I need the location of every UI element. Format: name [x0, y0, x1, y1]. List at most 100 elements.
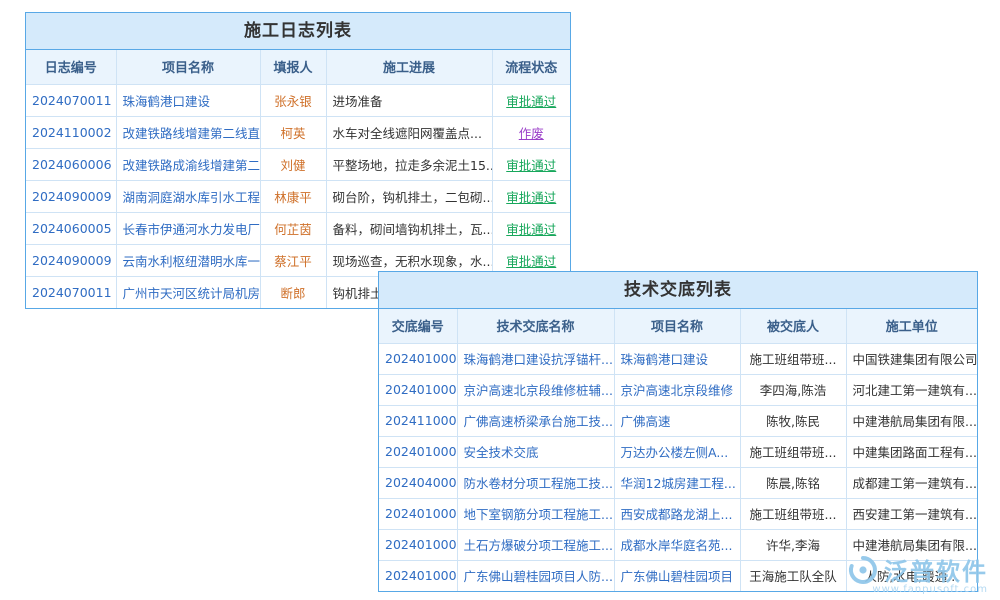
project-name-link[interactable]: 华润12城房建工程... — [614, 467, 740, 498]
construction-unit: 西安建工第一建筑有... — [846, 498, 977, 529]
disclosed-person: 施工班组带班... — [740, 343, 846, 374]
project-name-link[interactable]: 珠海鹤港口建设 — [116, 84, 260, 116]
project-name-link[interactable]: 云南水利枢纽潜明水库一... — [116, 244, 260, 276]
construction-log-table: 日志编号 项目名称 填报人 施工进展 流程状态 2024070011 珠海鹤港口… — [26, 50, 570, 308]
log-id-link[interactable]: 2024070011 — [26, 276, 116, 308]
log-id-link[interactable]: 2024060006 — [26, 148, 116, 180]
project-name-link[interactable]: 改建铁路成渝线增建第二... — [116, 148, 260, 180]
log-id-link[interactable]: 2024090009 — [26, 180, 116, 212]
log-id-link[interactable]: 2024090009 — [26, 244, 116, 276]
construction-unit: 成都建工第一建筑有... — [846, 467, 977, 498]
disclosure-name-link[interactable]: 防水卷材分项工程施工技... — [457, 467, 614, 498]
brand-name: 泛普软件 — [884, 552, 988, 587]
disclosure-id-link[interactable]: 2024040001 — [379, 467, 457, 498]
column-header-progress: 施工进展 — [326, 50, 492, 84]
disclosure-id-link[interactable]: 2024010002 — [379, 529, 457, 560]
table-header-row: 交底编号 技术交底名称 项目名称 被交底人 施工单位 — [379, 309, 977, 343]
column-header-project: 项目名称 — [116, 50, 260, 84]
table-header-row: 日志编号 项目名称 填报人 施工进展 流程状态 — [26, 50, 570, 84]
project-name-link[interactable]: 广州市天河区统计局机房... — [116, 276, 260, 308]
disclosure-name-link[interactable]: 珠海鹤港口建设抗浮锚杆... — [457, 343, 614, 374]
brand-url: www.fanpusoft.com — [872, 584, 988, 595]
technical-disclosure-panel: 技术交底列表 交底编号 技术交底名称 项目名称 被交底人 施工单位 202401… — [378, 271, 978, 592]
progress-text: 水车对全线遮阳网覆盖点... — [326, 116, 492, 148]
disclosed-person: 施工班组带班... — [740, 498, 846, 529]
column-header-reporter: 填报人 — [260, 50, 326, 84]
disclosed-person: 许华,李海 — [740, 529, 846, 560]
status-link[interactable]: 审批通过 — [492, 180, 570, 212]
column-header-person: 被交底人 — [740, 309, 846, 343]
progress-text: 备料，砌间墙钩机排土，瓦... — [326, 212, 492, 244]
column-header-project: 项目名称 — [614, 309, 740, 343]
progress-text: 平整场地，拉走多余泥土15... — [326, 148, 492, 180]
log-id-link[interactable]: 2024110002 — [26, 116, 116, 148]
project-name-link[interactable]: 珠海鹤港口建设 — [614, 343, 740, 374]
disclosure-id-link[interactable]: 2024010004 — [379, 374, 457, 405]
table-row: 2024010003 安全技术交底 万达办公楼左侧A... 施工班组带班... … — [379, 436, 977, 467]
table-row: 2024090009 湖南洞庭湖水库引水工程... 林康平 砌台阶，钩机排土，二… — [26, 180, 570, 212]
construction-unit: 中国铁建集团有限公司 — [846, 343, 977, 374]
construction-log-title: 施工日志列表 — [26, 13, 570, 50]
table-row: 2024010003 珠海鹤港口建设抗浮锚杆... 珠海鹤港口建设 施工班组带班… — [379, 343, 977, 374]
reporter-name: 柯英 — [260, 116, 326, 148]
disclosed-person: 施工班组带班... — [740, 436, 846, 467]
desktop: 施工日志列表 日志编号 项目名称 填报人 施工进展 流程状态 202407001… — [0, 0, 1000, 600]
table-row: 2024110001 广佛高速桥梁承台施工技... 广佛高速 陈牧,陈民 中建港… — [379, 405, 977, 436]
log-id-link[interactable]: 2024060005 — [26, 212, 116, 244]
disclosed-person: 陈牧,陈民 — [740, 405, 846, 436]
column-header-status: 流程状态 — [492, 50, 570, 84]
disclosure-name-link[interactable]: 地下室钢筋分项工程施工... — [457, 498, 614, 529]
fanpu-swirl-icon — [847, 554, 879, 586]
construction-log-panel: 施工日志列表 日志编号 项目名称 填报人 施工进展 流程状态 202407001… — [25, 12, 571, 309]
disclosure-name-link[interactable]: 土石方爆破分项工程施工... — [457, 529, 614, 560]
disclosure-id-link[interactable]: 2024110001 — [379, 405, 457, 436]
table-row: 2024040001 防水卷材分项工程施工技... 华润12城房建工程... 陈… — [379, 467, 977, 498]
status-link[interactable]: 审批通过 — [492, 84, 570, 116]
project-name-link[interactable]: 京沪高速北京段维修 — [614, 374, 740, 405]
project-name-link[interactable]: 广东佛山碧桂园项目 — [614, 560, 740, 591]
disclosure-id-link[interactable]: 2024010003 — [379, 436, 457, 467]
disclosure-id-link[interactable]: 2024010003 — [379, 343, 457, 374]
construction-unit: 河北建工第一建筑有... — [846, 374, 977, 405]
disclosure-name-link[interactable]: 广东佛山碧桂园项目人防... — [457, 560, 614, 591]
progress-text: 进场准备 — [326, 84, 492, 116]
technical-disclosure-table: 交底编号 技术交底名称 项目名称 被交底人 施工单位 2024010003 珠海… — [379, 309, 977, 591]
column-header-log-id: 日志编号 — [26, 50, 116, 84]
table-row: 2024010004 京沪高速北京段维修桩辅... 京沪高速北京段维修 李四海,… — [379, 374, 977, 405]
disclosed-person: 陈晨,陈铭 — [740, 467, 846, 498]
column-header-disclosure-id: 交底编号 — [379, 309, 457, 343]
project-name-link[interactable]: 长春市伊通河水力发电厂... — [116, 212, 260, 244]
status-link[interactable]: 审批通过 — [492, 212, 570, 244]
disclosure-name-link[interactable]: 安全技术交底 — [457, 436, 614, 467]
project-name-link[interactable]: 成都水岸华庭名苑... — [614, 529, 740, 560]
reporter-name: 张永银 — [260, 84, 326, 116]
table-row: 2024060006 改建铁路成渝线增建第二... 刘健 平整场地，拉走多余泥土… — [26, 148, 570, 180]
reporter-name: 刘健 — [260, 148, 326, 180]
table-row: 2024010002 地下室钢筋分项工程施工... 西安成都路龙湖上... 施工… — [379, 498, 977, 529]
project-name-link[interactable]: 西安成都路龙湖上... — [614, 498, 740, 529]
log-id-link[interactable]: 2024070011 — [26, 84, 116, 116]
column-header-unit: 施工单位 — [846, 309, 977, 343]
disclosure-id-link[interactable]: 2024010002 — [379, 498, 457, 529]
disclosure-id-link[interactable]: 2024010001 — [379, 560, 457, 591]
project-name-link[interactable]: 万达办公楼左侧A... — [614, 436, 740, 467]
reporter-name: 何芷茵 — [260, 212, 326, 244]
status-link[interactable]: 审批通过 — [492, 148, 570, 180]
project-name-link[interactable]: 广佛高速 — [614, 405, 740, 436]
status-link[interactable]: 作废 — [492, 116, 570, 148]
fanpu-watermark: 泛普软件 www.fanpusoft.com — [847, 552, 988, 595]
table-row: 2024070011 珠海鹤港口建设 张永银 进场准备 审批通过 — [26, 84, 570, 116]
project-name-link[interactable]: 改建铁路线增建第二线直... — [116, 116, 260, 148]
table-row: 2024060005 长春市伊通河水力发电厂... 何芷茵 备料，砌间墙钩机排土… — [26, 212, 570, 244]
table-row: 2024110002 改建铁路线增建第二线直... 柯英 水车对全线遮阳网覆盖点… — [26, 116, 570, 148]
column-header-disclosure-name: 技术交底名称 — [457, 309, 614, 343]
progress-text: 砌台阶，钩机排土，二包砌... — [326, 180, 492, 212]
technical-disclosure-title: 技术交底列表 — [379, 272, 977, 309]
reporter-name: 断郎 — [260, 276, 326, 308]
disclosure-name-link[interactable]: 广佛高速桥梁承台施工技... — [457, 405, 614, 436]
reporter-name: 蔡江平 — [260, 244, 326, 276]
construction-unit: 中建集团路面工程有... — [846, 436, 977, 467]
disclosed-person: 王海施工队全队 — [740, 560, 846, 591]
project-name-link[interactable]: 湖南洞庭湖水库引水工程... — [116, 180, 260, 212]
disclosure-name-link[interactable]: 京沪高速北京段维修桩辅... — [457, 374, 614, 405]
